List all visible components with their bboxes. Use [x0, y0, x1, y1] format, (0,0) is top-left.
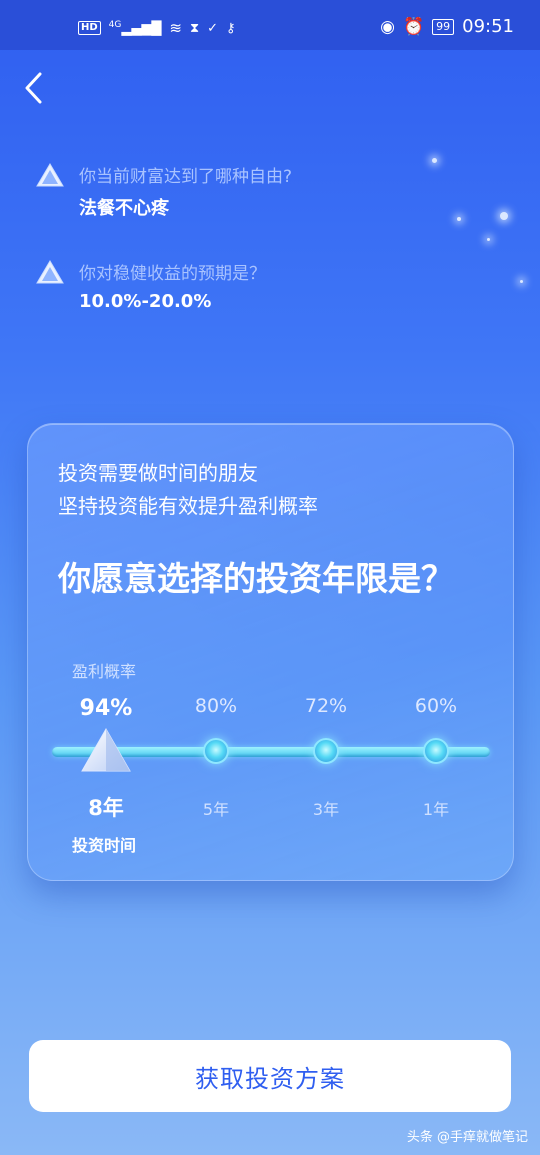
check-circle-icon: ✓	[207, 20, 218, 36]
status-right: ◉ ⏰ 99 09:51	[380, 16, 514, 37]
hd-icon: HD	[78, 21, 101, 35]
card-title: 你愿意选择的投资年限是？	[58, 559, 454, 598]
question-text: 你当前财富达到了哪种自由?	[79, 167, 293, 187]
get-plan-button[interactable]: 获取投资方案	[29, 1040, 511, 1112]
investment-time-label: 投资时间	[72, 836, 137, 855]
status-bar: HD 4G▂▄▆█ ≋ ⧗ ✓ ⚷ ◉ ⏰ 99 09:51	[0, 0, 540, 50]
clock-time: 09:51	[462, 16, 514, 37]
card-subtitle-1: 投资需要做时间的朋友	[58, 461, 258, 485]
sparkle-decoration	[457, 217, 461, 221]
option-pct-3y: 72%	[304, 695, 348, 717]
triangle-logo-icon	[36, 260, 64, 284]
hourglass-icon: ⧗	[189, 20, 200, 36]
option-pct-1y: 60%	[414, 695, 458, 717]
signal-icon: 4G▂▄▆█	[108, 19, 162, 37]
alarm-icon: ⏰	[402, 16, 425, 37]
wifi-icon: ≋	[169, 19, 182, 37]
answer-text: 法餐不心疼	[79, 198, 169, 219]
answer-text: 10.0%-20.0%	[79, 291, 212, 312]
key-icon: ⚷	[226, 20, 236, 36]
option-year-3y[interactable]: 3年	[313, 796, 339, 820]
battery-icon: 99	[432, 18, 455, 35]
sparkle-decoration	[487, 238, 490, 241]
option-year-8y[interactable]: 8年	[88, 792, 124, 822]
card-subtitle-2: 坚持投资能有效提升盈利概率	[58, 494, 318, 518]
triangle-logo-icon	[36, 163, 64, 187]
slider-node-5y[interactable]	[203, 738, 229, 764]
slider-thumb-triangle-icon[interactable]	[80, 727, 132, 775]
question-text: 你对稳健收益的预期是？	[79, 264, 266, 284]
sparkle-decoration	[520, 280, 523, 283]
investment-period-card: 投资需要做时间的朋友 坚持投资能有效提升盈利概率 你愿意选择的投资年限是？ 盈利…	[27, 423, 514, 881]
status-left: HD 4G▂▄▆█ ≋ ⧗ ✓ ⚷	[78, 19, 236, 37]
watermark-text: 头条 @手痒就做笔记	[406, 1130, 528, 1145]
sparkle-decoration	[432, 158, 437, 163]
eye-icon: ◉	[380, 16, 395, 37]
chevron-left-icon	[25, 72, 42, 104]
option-year-5y[interactable]: 5年	[203, 796, 229, 820]
slider-node-1y[interactable]	[423, 738, 449, 764]
sparkle-decoration	[500, 212, 508, 220]
network-type: 4G	[108, 19, 122, 30]
slider-node-3y[interactable]	[313, 738, 339, 764]
option-pct-5y: 80%	[194, 695, 238, 717]
option-year-1y[interactable]: 1年	[423, 796, 449, 820]
probability-label: 盈利概率	[72, 662, 137, 681]
back-button[interactable]	[18, 68, 52, 108]
option-pct-8y: 94%	[79, 696, 133, 721]
